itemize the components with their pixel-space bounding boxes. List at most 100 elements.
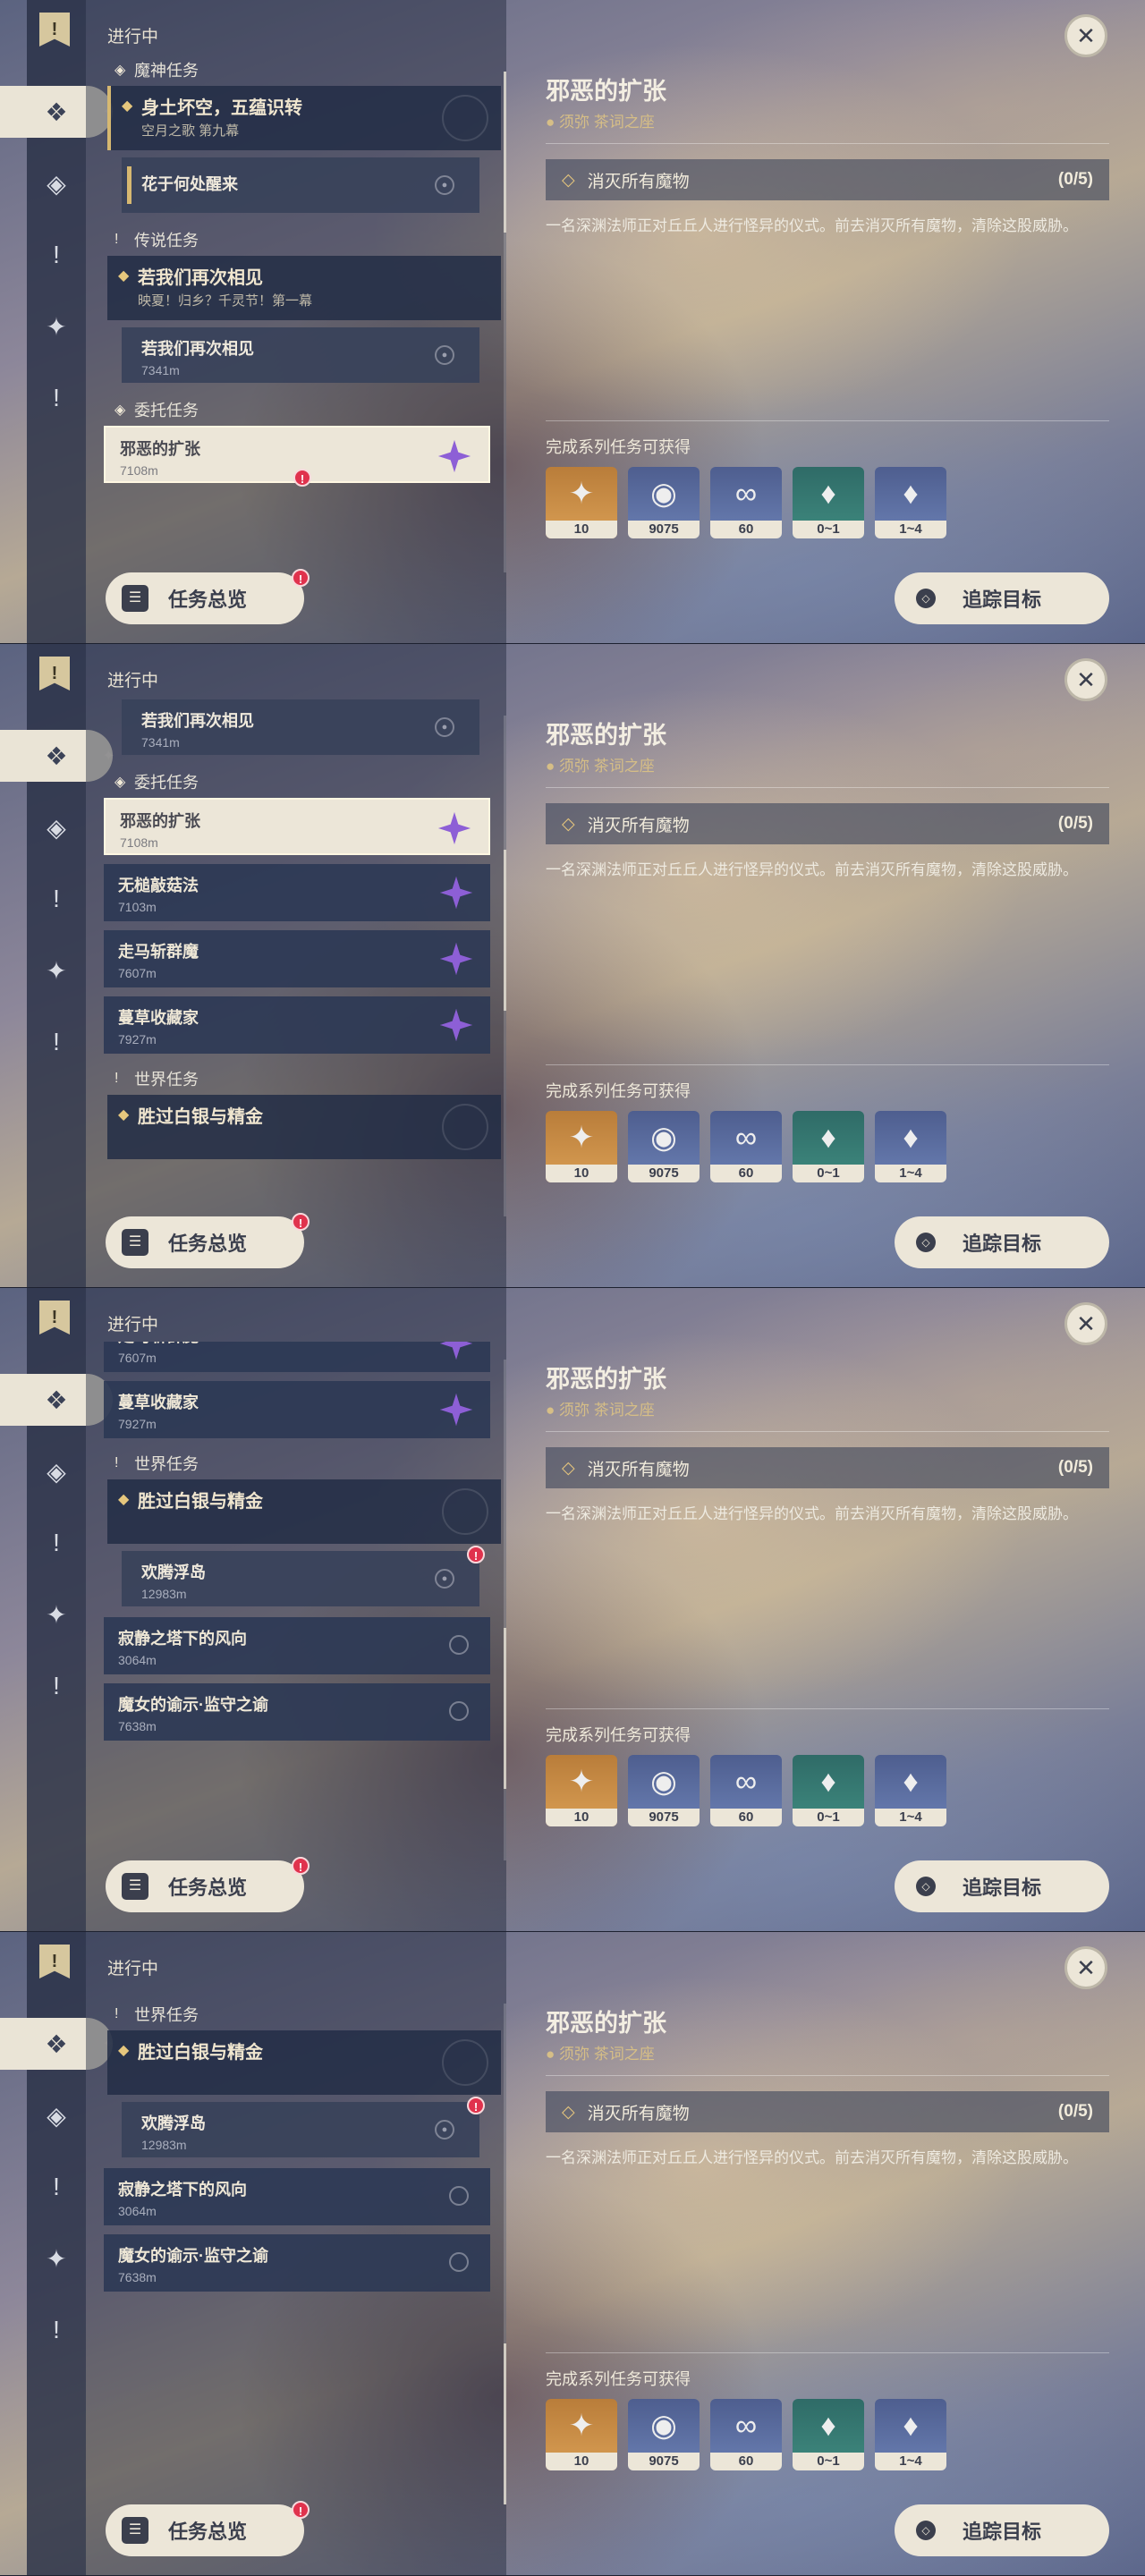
world-quest-icon[interactable]: ! [27, 1660, 86, 1712]
world-icon: ! [114, 1071, 119, 1086]
crystal-chunk-icon: ♦ [820, 476, 836, 511]
quest-world-step[interactable]: 欢腾浮岛 12983m ● ! [122, 1546, 485, 1606]
quest-archon-step[interactable]: 花于何处醒来 ● [122, 157, 479, 213]
reward-mora[interactable]: ◉ 9075 [628, 1755, 700, 1826]
reward-crystal-chunk[interactable]: ♦ 0~1 [793, 1755, 864, 1826]
quest-archon-main[interactable]: ◆ 身土坏空，五蕴识转 空月之歌 第九幕 [107, 86, 501, 150]
quest-commission-4[interactable]: 蔓草收藏家 7927m [104, 1381, 490, 1438]
bookmark-icon[interactable]: ! [39, 1301, 70, 1335]
track-objective-button[interactable]: ◇ 追踪目标 [895, 572, 1109, 624]
archon-quest-icon[interactable]: ◈ [27, 801, 86, 853]
quest-world-2[interactable]: 寂静之塔下的风向 3064m [104, 1617, 490, 1674]
quest-world-main[interactable]: ◆ 胜过白银与精金 [107, 1095, 501, 1159]
reward-mora[interactable]: ◉ 9075 [628, 467, 700, 538]
close-button[interactable]: ✕ [1064, 658, 1107, 701]
quest-world-2[interactable]: 寂静之塔下的风向 3064m [104, 2168, 490, 2225]
reward-mora[interactable]: ◉ 9075 [628, 2399, 700, 2470]
reward-primogem[interactable]: ✦ 10 [546, 2399, 617, 2470]
reward-adventure-exp[interactable]: ∞ 60 [710, 1111, 782, 1182]
quest-world-main[interactable]: ◆ 胜过白银与精金 [107, 2030, 501, 2095]
legend-quest-icon[interactable]: ! [27, 1517, 86, 1569]
reward-adventure-exp[interactable]: ∞ 60 [710, 467, 782, 538]
track-objective-button[interactable]: ◇ 追踪目标 [895, 2504, 1109, 2556]
scroll-thumb[interactable] [504, 1628, 506, 1789]
quest-legend-step[interactable]: 若我们再次相见 7341m ● [122, 327, 479, 383]
archon-quest-icon[interactable]: ◈ [27, 2089, 86, 2141]
reward-primogem[interactable]: ✦ 10 [546, 1111, 617, 1182]
reward-crystal-cluster[interactable]: ♦ 1~4 [875, 467, 946, 538]
quest-commission-1[interactable]: 邪恶的扩张 7108m ! [104, 426, 490, 487]
archon-quest-icon[interactable]: ◈ [27, 1445, 86, 1497]
track-icon: ◇ [916, 2521, 936, 2540]
quest-commission-2[interactable]: 无槌敲菇法 7103m [104, 864, 490, 921]
quest-list[interactable]: ! 世界任务 ◆ 胜过白银与精金 欢腾浮岛 12983m ● ! 寂静之塔下的风向… [104, 1986, 506, 2531]
commission-icon[interactable]: ✦ [27, 2233, 86, 2284]
reward-crystal-cluster[interactable]: ♦ 1~4 [875, 1755, 946, 1826]
close-button[interactable]: ✕ [1064, 1946, 1107, 1989]
close-button[interactable]: ✕ [1064, 14, 1107, 57]
world-icon: ! [114, 1455, 119, 1470]
quest-list[interactable]: 若我们再次相见 7341m ● ◈委托任务 邪恶的扩张 7108m 无槌敲菇法 … [104, 698, 506, 1243]
quest-list[interactable]: ◈ 魔神任务 ◆ 身土坏空，五蕴识转 空月之歌 第九幕 花于何处醒来 ● ! 传说任… [104, 54, 506, 599]
reward-primogem[interactable]: ✦ 10 [546, 1755, 617, 1826]
quest-overview-button[interactable]: ☰ 任务总览! [106, 569, 310, 624]
commission-icon[interactable]: ✦ [27, 945, 86, 996]
quest-world-main[interactable]: ◆ 胜过白银与精金 [107, 1479, 501, 1544]
location-pin-icon [449, 2252, 469, 2272]
scrollbar[interactable] [504, 1360, 506, 1860]
scroll-thumb[interactable] [504, 850, 506, 1011]
world-quest-icon[interactable]: ! [27, 1016, 86, 1068]
legend-quest-icon[interactable]: ! [27, 229, 86, 281]
commission-icon[interactable]: ✦ [27, 301, 86, 352]
scrollbar[interactable] [504, 716, 506, 1216]
quest-commission-3[interactable]: 走马斩群魔 7607m [104, 1342, 490, 1372]
reward-crystal-cluster[interactable]: ♦ 1~4 [875, 2399, 946, 2470]
archon-quest-icon[interactable]: ◈ [27, 157, 86, 209]
scrollbar[interactable] [504, 2004, 506, 2504]
reward-crystal-chunk[interactable]: ♦ 0~1 [793, 2399, 864, 2470]
quest-commission-4[interactable]: 蔓草收藏家 7927m [104, 996, 490, 1054]
primogem-icon: ✦ [568, 477, 595, 511]
quest-list[interactable]: 走马斩群魔 7607m 蔓草收藏家 7927m !世界任务 ◆ 胜过白银与精金 … [104, 1342, 506, 1887]
reward-primogem[interactable]: ✦ 10 [546, 467, 617, 538]
quest-legend-step[interactable]: 若我们再次相见 7341m ● [122, 699, 479, 755]
quest-detail: 邪恶的扩张 ● 须弥 茶词之座 ◇ 消灭所有魔物 (0/5) 一名深渊法师正对丘丘人… [544, 1932, 1116, 2575]
track-objective-button[interactable]: ◇ 追踪目标 [895, 1216, 1109, 1268]
track-objective-button[interactable]: ◇ 追踪目标 [895, 1860, 1109, 1912]
reward-crystal-chunk[interactable]: ♦ 0~1 [793, 467, 864, 538]
alert-badge: ! [293, 469, 311, 487]
objective-row: ◇ 消灭所有魔物 (0/5) [546, 1447, 1109, 1488]
world-quest-icon[interactable]: ! [27, 372, 86, 424]
quest-commission-3[interactable]: 走马斩群魔 7607m [104, 930, 490, 987]
bookmark-icon[interactable]: ! [39, 13, 70, 47]
quest-world-3[interactable]: 魔女的谕示·监守之谕 7638m [104, 2234, 490, 2292]
reward-crystal-chunk[interactable]: ♦ 0~1 [793, 1111, 864, 1182]
quest-legend-main[interactable]: ◆ 若我们再次相见 映夏！归乡？千灵节！第一幕 [107, 256, 501, 320]
quest-commission-1[interactable]: 邪恶的扩张 7108m [104, 798, 490, 855]
legend-quest-icon[interactable]: ! [27, 873, 86, 925]
commission-icon[interactable]: ✦ [27, 1589, 86, 1640]
bookmark-icon[interactable]: ! [39, 1945, 70, 1979]
quest-overview-button[interactable]: ☰ 任务总览! [106, 1213, 310, 1268]
crystal-chunk-icon: ♦ [820, 1764, 836, 1799]
bookmark-icon[interactable]: ! [39, 657, 70, 691]
world-quest-icon[interactable]: ! [27, 2304, 86, 2356]
reward-crystal-cluster[interactable]: ♦ 1~4 [875, 1111, 946, 1182]
scrollbar[interactable] [504, 72, 506, 572]
scroll-thumb[interactable] [504, 2343, 506, 2504]
reward-adventure-exp[interactable]: ∞ 60 [710, 1755, 782, 1826]
primogem-icon: ✦ [568, 1765, 595, 1799]
location-pin-icon: ● [435, 717, 454, 737]
quest-world-3[interactable]: 魔女的谕示·监守之谕 7638m [104, 1683, 490, 1741]
reward-adventure-exp[interactable]: ∞ 60 [710, 2399, 782, 2470]
scroll-thumb[interactable] [504, 72, 506, 233]
adventure-exp-icon: ∞ [734, 2408, 758, 2443]
category-world: ! 世界任务 [114, 2006, 199, 2024]
quest-overview-button[interactable]: ☰ 任务总览! [106, 1857, 310, 1912]
quest-world-step[interactable]: 欢腾浮岛 12983m ● ! [122, 2097, 485, 2157]
reward-mora[interactable]: ◉ 9075 [628, 1111, 700, 1182]
close-button[interactable]: ✕ [1064, 1302, 1107, 1345]
legend-quest-icon[interactable]: ! [27, 2161, 86, 2213]
quest-overview-button[interactable]: ☰ 任务总览! [106, 2501, 310, 2556]
